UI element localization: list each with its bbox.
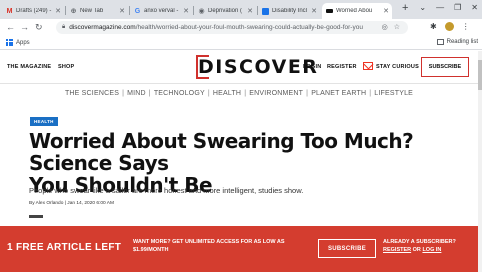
category-lifestyle[interactable]: LIFESTYLE bbox=[374, 90, 413, 97]
new-tab-button[interactable]: + bbox=[402, 2, 408, 14]
reading-list-button[interactable]: Reading list bbox=[436, 39, 478, 45]
extension-icon[interactable]: ◎ bbox=[382, 23, 388, 31]
bookmark-star-icon[interactable]: ☆ bbox=[394, 23, 400, 31]
reload-icon[interactable]: ↻ bbox=[35, 22, 43, 33]
tab-drafts[interactable]: M Drafts (249) - ✕ bbox=[2, 3, 64, 19]
separator: | bbox=[122, 90, 125, 97]
paywall-banner: 1 FREE ARTICLE LEFT WANT MORE? GET UNLIM… bbox=[0, 226, 478, 272]
url-domain: discovermagazine.com bbox=[69, 24, 136, 31]
tab-new-tab[interactable]: ⊕ New Tab ✕ bbox=[66, 3, 128, 19]
reading-list-icon bbox=[436, 39, 444, 45]
back-icon[interactable]: ← bbox=[6, 22, 15, 32]
login-link[interactable]: LOGIN bbox=[303, 64, 321, 70]
site-header: THE MAGAZINE SHOP DISCOVER LOGIN REGISTE… bbox=[0, 51, 478, 83]
lock-icon[interactable]: 🔒︎ bbox=[62, 24, 65, 31]
offer-line-1: WANT MORE? GET UNLIMITED ACCESS FOR AS L… bbox=[133, 239, 285, 245]
headline-line-1: Worried About Swearing Too Much? Science… bbox=[29, 129, 414, 175]
category-health[interactable]: HEALTH bbox=[213, 90, 241, 97]
apps-grid-icon bbox=[6, 39, 13, 46]
envelope-icon bbox=[363, 62, 373, 70]
health-tag-badge[interactable]: HEALTH bbox=[30, 117, 58, 126]
article-byline: By Alex Orlando | Jan 14, 2020 6:00 AM bbox=[29, 201, 114, 206]
paywall-login-link[interactable]: LOG IN bbox=[422, 247, 441, 253]
category-nav: THE SCIENCES | MIND | TECHNOLOGY | HEALTH | ENVI… bbox=[0, 90, 478, 100]
close-icon[interactable]: ✕ bbox=[55, 7, 61, 15]
category-mind[interactable]: MIND bbox=[127, 90, 146, 97]
profile-avatar[interactable] bbox=[444, 22, 454, 31]
header-subscribe-button[interactable]: SUBSCRIBE bbox=[421, 57, 469, 77]
tab-label: New Tab bbox=[80, 8, 104, 14]
discover-logo[interactable]: DISCOVER bbox=[198, 56, 317, 78]
newtab-icon: ⊕ bbox=[70, 8, 77, 15]
nav-shop[interactable]: SHOP bbox=[58, 64, 74, 70]
or-text: OR bbox=[411, 247, 423, 253]
close-icon[interactable]: ✕ bbox=[119, 7, 125, 15]
stay-curious-link[interactable]: STAY CURIOUS bbox=[376, 64, 419, 70]
tab-label: Disability Incl bbox=[272, 8, 308, 14]
scrollbar-thumb[interactable] bbox=[478, 60, 482, 90]
offer-price: $1.99/MONTH bbox=[133, 247, 169, 253]
tab-label: Deprivation ( bbox=[208, 8, 243, 14]
separator: | bbox=[207, 90, 210, 97]
register-link[interactable]: REGISTER bbox=[327, 64, 357, 70]
window-controls: ⌄ — ❐ ✕ bbox=[419, 3, 478, 12]
paywall-subscribe-button[interactable]: SUBSCRIBE bbox=[318, 239, 376, 258]
free-article-count: 1 FREE ARTICLE LEFT bbox=[7, 242, 122, 253]
offer-text: WANT MORE? GET UNLIMITED ACCESS FOR AS L… bbox=[133, 238, 303, 254]
browser-window: M Drafts (249) - ✕ ⊕ New Tab ✕ G anxo ve… bbox=[0, 0, 482, 272]
byline-divider bbox=[29, 215, 43, 218]
paywall-register-link[interactable]: REGISTER bbox=[383, 247, 411, 253]
tab-disability[interactable]: Disability Incl ✕ bbox=[258, 3, 320, 19]
nav-the-magazine[interactable]: THE MAGAZINE bbox=[7, 64, 51, 70]
close-icon[interactable]: ✕ bbox=[247, 7, 253, 15]
separator: | bbox=[244, 90, 247, 97]
gmail-icon: M bbox=[6, 7, 13, 15]
site-icon bbox=[262, 7, 269, 15]
category-planet-earth[interactable]: PLANET EARTH bbox=[311, 90, 366, 97]
restore-icon[interactable]: ❐ bbox=[454, 3, 461, 12]
separator: | bbox=[369, 90, 372, 97]
separator: | bbox=[306, 90, 309, 97]
address-bar[interactable]: 🔒︎ discovermagazine.com /health/worried-… bbox=[56, 21, 408, 34]
bookmarks-bar: Apps Reading list bbox=[0, 36, 482, 50]
tab-label: anxo verval - bbox=[144, 8, 179, 14]
minimize-icon[interactable]: — bbox=[436, 3, 444, 12]
url-path: /health/worried-about-your-foul-mouth-sw… bbox=[135, 24, 363, 31]
apps-bookmark[interactable]: Apps bbox=[6, 39, 30, 46]
close-icon[interactable]: ✕ bbox=[183, 7, 189, 15]
reading-list-label: Reading list bbox=[446, 39, 478, 45]
toolbar-icons: ✱ ⋮ bbox=[430, 22, 470, 31]
extensions-puzzle-icon[interactable]: ✱ bbox=[430, 22, 437, 31]
omnibox-icons: ◎ ☆ bbox=[382, 23, 400, 31]
category-environment[interactable]: ENVIRONMENT bbox=[249, 90, 303, 97]
navigation-bar: ← → ↻ 🔒︎ discovermagazine.com /health/wo… bbox=[0, 19, 482, 36]
google-icon: G bbox=[134, 7, 141, 15]
category-technology[interactable]: TECHNOLOGY bbox=[154, 90, 205, 97]
close-icon[interactable]: ✕ bbox=[311, 7, 317, 15]
tab-label: Drafts (249) - bbox=[16, 8, 52, 14]
page-icon: ◉ bbox=[198, 8, 205, 15]
close-icon[interactable]: ✕ bbox=[383, 7, 389, 15]
category-the-sciences[interactable]: THE SCIENCES bbox=[65, 90, 119, 97]
discover-favicon bbox=[326, 9, 333, 13]
tab-label: Worried Abou bbox=[336, 8, 373, 14]
tab-bar: M Drafts (249) - ✕ ⊕ New Tab ✕ G anxo ve… bbox=[0, 0, 482, 19]
header-divider bbox=[0, 83, 478, 84]
apps-label: Apps bbox=[16, 39, 30, 46]
close-window-icon[interactable]: ✕ bbox=[471, 3, 478, 12]
tab-search-icon[interactable]: ⌄ bbox=[419, 3, 426, 12]
menu-dots-icon[interactable]: ⋮ bbox=[462, 22, 470, 31]
separator: | bbox=[148, 90, 151, 97]
tab-worried-about[interactable]: Worried Abou ✕ bbox=[322, 3, 392, 19]
tab-google-search[interactable]: G anxo verval - ✕ bbox=[130, 3, 192, 19]
tab-deprivation[interactable]: ◉ Deprivation ( ✕ bbox=[194, 3, 256, 19]
already-subscriber-text: ALREADY A SUBSCRIBER? bbox=[383, 239, 456, 245]
forward-icon[interactable]: → bbox=[20, 22, 29, 32]
article-dek: People who swear like a sailor are more … bbox=[29, 186, 304, 195]
subscriber-login-prompt: ALREADY A SUBSCRIBER? REGISTER OR LOG IN bbox=[383, 238, 456, 254]
